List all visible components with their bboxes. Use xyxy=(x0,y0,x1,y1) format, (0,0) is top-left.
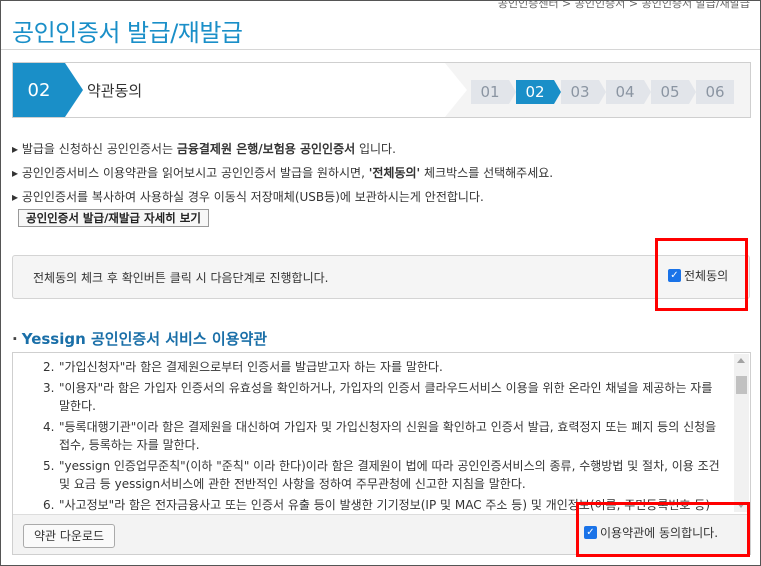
terms-section-title: · Yessign 공인인증서 서비스 이용약관 xyxy=(12,330,268,348)
scroll-thumb[interactable] xyxy=(736,376,747,394)
step-chip-04: 04 xyxy=(606,80,651,104)
terms-item: 4. "등록대행기관"이라 함은 결제원을 대신하여 가입자 및 가입신청자의 신… xyxy=(43,420,717,452)
step-chip-05: 05 xyxy=(651,80,696,104)
scroll-up-icon[interactable] xyxy=(737,358,745,363)
notice-item: ▸ 공인인증서비스 이용약관을 읽어보시고 공인인증서 발급을 원하시면, '전… xyxy=(12,166,554,180)
notice-list: ▸ 발급을 신청하신 공인인증서는 금융결제원 은행/보험용 공인인증서 입니다… xyxy=(12,141,553,213)
step-chip-03: 03 xyxy=(561,80,606,104)
current-step-number: 02 xyxy=(13,63,65,117)
terms-item: 5. "yessign 인증업무준칙"(이하 "준칙" 이라 한다)이라 함은 결… xyxy=(43,459,720,491)
current-step-arrow xyxy=(65,63,83,117)
agree-all-instruction: 전체동의 체크 후 확인버튼 클릭 시 다음단계로 진행합니다. xyxy=(33,271,329,285)
highlight-box-agree-all xyxy=(655,238,748,311)
terms-download-button[interactable]: 약관 다운로드 xyxy=(23,524,116,548)
breadcrumb: 공인인증센터 > 공인인증서 > 공인인증서 발급/재발급 xyxy=(497,0,750,10)
step-chip-06: 06 xyxy=(696,80,734,104)
highlight-box-agree-terms xyxy=(576,502,750,557)
terms-item: 2. "가입신청자"라 함은 결제원으로부터 인증서를 발급받고자 하는 자를 말… xyxy=(43,360,443,374)
step-label-arrow xyxy=(445,63,467,117)
agree-all-panel: 전체동의 체크 후 확인버튼 클릭 시 다음단계로 진행합니다. ✓ 전체동의 xyxy=(12,255,750,299)
detail-view-button[interactable]: 공인인증서 발급/재발급 자세히 보기 xyxy=(18,209,209,227)
step-chip-02: 02 xyxy=(516,80,561,104)
terms-content[interactable]: 2. "가입신청자"라 함은 결제원으로부터 인증서를 발급받고자 하는 자를 말… xyxy=(13,353,734,513)
step-progress-bar: 02 약관동의 01 02 03 04 05 06 xyxy=(12,62,751,118)
notice-item: ▸ 발급을 신청하신 공인인증서는 금융결제원 은행/보험용 공인인증서 입니다… xyxy=(12,142,396,156)
terms-scrollbar[interactable] xyxy=(734,354,749,512)
terms-item: 3. "이용자"라 함은 가입자 인증서의 유효성을 확인하거나, 가입자의 인증… xyxy=(43,381,713,413)
step-chip-01: 01 xyxy=(471,80,516,104)
step-chips: 01 02 03 04 05 06 xyxy=(471,80,741,104)
page-title: 공인인증서 발급/재발급 xyxy=(12,19,243,47)
title-divider xyxy=(1,49,760,50)
current-step-label: 약관동의 xyxy=(87,82,143,100)
